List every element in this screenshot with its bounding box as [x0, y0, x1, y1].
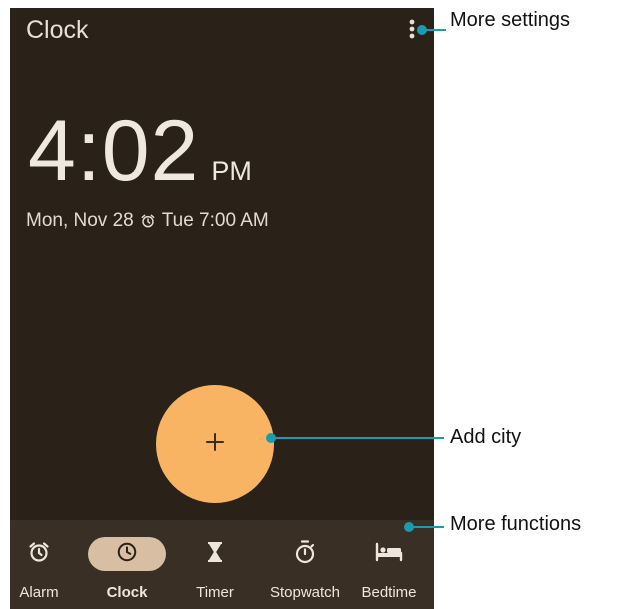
stopwatch-icon: [293, 539, 317, 570]
callout-line-add-city: [271, 437, 444, 439]
nav-label-bedtime: Bedtime: [361, 584, 417, 601]
nav-item-timer[interactable]: Timer: [188, 520, 242, 609]
nav-item-clock[interactable]: Clock: [88, 520, 166, 609]
alarm-icon: [140, 213, 156, 229]
clock-app-screen: Clock 4:02 PM Mon, Nov 28 Tue 7:00 AM Al…: [10, 8, 434, 609]
more-vert-icon: [409, 19, 415, 44]
callout-line-more-settings: [422, 29, 446, 31]
add-city-button[interactable]: [156, 385, 274, 503]
nav-label-alarm: Alarm: [19, 584, 59, 601]
bed-icon: [374, 541, 404, 568]
current-date: Mon, Nov 28: [26, 210, 134, 231]
callout-add-city: Add city: [450, 426, 522, 448]
nav-label-clock: Clock: [106, 584, 148, 601]
callout-line-more-functions: [409, 526, 444, 528]
callout-more-functions: More functions: [450, 513, 582, 535]
nav-label-timer: Timer: [196, 584, 234, 601]
bottom-navigation: Alarm Clock Timer Stopwatch Bedtime: [10, 520, 434, 609]
plus-icon: [205, 432, 225, 457]
digital-clock: 4:02 PM: [28, 102, 252, 201]
nav-item-bedtime[interactable]: Bedtime: [356, 520, 422, 609]
nav-item-stopwatch[interactable]: Stopwatch: [260, 520, 350, 609]
app-title: Clock: [26, 16, 89, 44]
callout-more-settings: More settings: [450, 9, 571, 31]
nav-item-alarm[interactable]: Alarm: [12, 520, 66, 609]
next-alarm-time: Tue 7:00 AM: [161, 210, 269, 231]
clock-icon: [116, 541, 138, 568]
nav-label-stopwatch: Stopwatch: [269, 584, 341, 601]
clock-time-value: 4:02: [28, 103, 200, 199]
date-alarm-line: Mon, Nov 28 Tue 7:00 AM: [26, 210, 269, 232]
clock-ampm: PM: [211, 156, 252, 186]
alarm-icon: [27, 540, 51, 569]
hourglass-icon: [205, 541, 225, 568]
